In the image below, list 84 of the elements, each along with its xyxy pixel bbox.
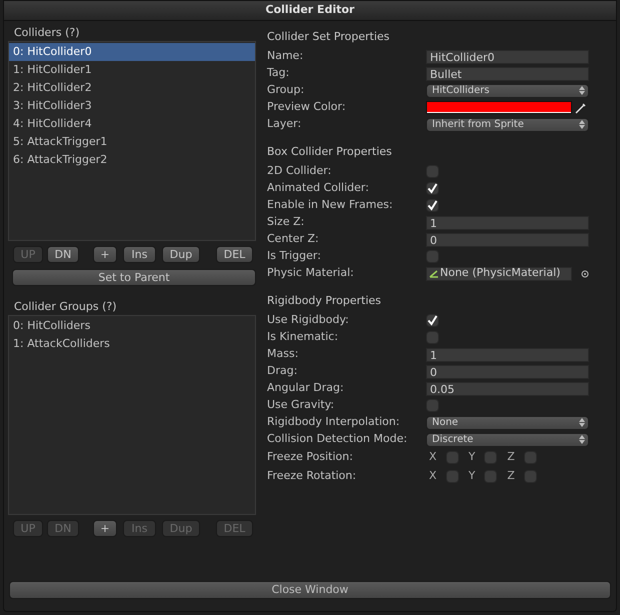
list-button[interactable]: Ins — [123, 246, 156, 263]
input-field[interactable]: 1 — [426, 348, 589, 362]
up-down-arrows-icon — [579, 418, 585, 427]
field-label: Use Rigidbody: — [267, 312, 350, 328]
eyedropper-icon[interactable] — [575, 102, 587, 114]
list-item[interactable]: 2: HitCollider2 — [9, 79, 255, 97]
list-button[interactable]: DEL — [216, 246, 253, 263]
field-label: Angular Drag: — [267, 380, 345, 396]
list-button[interactable]: Dup — [162, 246, 200, 263]
list-button[interactable]: + — [93, 246, 117, 263]
field-label: Drag: — [267, 363, 298, 380]
field-label: Preview Color: — [267, 99, 347, 116]
dropdown[interactable]: HitColliders — [426, 84, 589, 98]
checkbox[interactable] — [446, 470, 459, 483]
checkbox[interactable] — [426, 199, 439, 212]
axis-label: Y — [468, 449, 476, 466]
checkbox[interactable] — [446, 451, 459, 464]
input-field[interactable]: 0 — [426, 232, 589, 246]
field-label: Tag: — [267, 65, 290, 82]
object-field[interactable]: None (PhysicMaterial) — [426, 266, 572, 280]
field-label: Is Trigger: — [267, 248, 322, 264]
list-item[interactable]: 6: AttackTrigger2 — [9, 151, 255, 169]
list-item[interactable]: 5: AttackTrigger1 — [9, 133, 255, 151]
input-field[interactable]: 0.05 — [426, 382, 589, 396]
field-label: Center Z: — [267, 231, 320, 248]
checkbox[interactable] — [426, 250, 439, 263]
list-item[interactable]: 3: HitCollider3 — [9, 97, 255, 115]
field-label: Name: — [267, 48, 304, 64]
field-label: Rigidbody Interpolation: — [267, 414, 401, 430]
field-label: Animated Collider: — [267, 180, 370, 196]
field-label: Layer: — [267, 116, 302, 132]
input-field[interactable]: 1 — [426, 216, 589, 230]
field-label: Freeze Rotation: — [267, 468, 358, 484]
list-button[interactable]: + — [93, 520, 117, 536]
up-down-arrows-icon — [579, 435, 585, 444]
checkbox[interactable] — [426, 399, 439, 412]
field-label: Enable in New Frames: — [267, 197, 394, 214]
list-item[interactable]: 0: HitCollider0 — [9, 43, 255, 61]
checkbox[interactable] — [426, 314, 439, 327]
list-item[interactable]: 0: HitColliders — [9, 316, 255, 334]
checkbox[interactable] — [524, 470, 537, 483]
close-window-button[interactable]: Close Window — [9, 581, 611, 599]
window-title: Collider Editor — [266, 2, 354, 18]
field-label: Group: — [267, 82, 306, 98]
dropdown[interactable]: Discrete — [426, 432, 589, 446]
list-heading: Colliders (?) — [13, 25, 81, 41]
list-heading: Collider Groups (?) — [13, 298, 118, 314]
field-label: 2D Collider: — [267, 163, 332, 180]
up-down-arrows-icon — [579, 120, 585, 129]
axis-label: X — [429, 449, 437, 466]
axis-label: Z — [507, 449, 515, 466]
input-field[interactable]: Bullet — [426, 66, 589, 80]
object-picker-icon[interactable] — [581, 270, 589, 278]
dropdown[interactable]: None — [426, 416, 589, 430]
axis-label: Y — [468, 468, 476, 484]
field-label: Mass: — [267, 346, 300, 362]
field-label: Freeze Position: — [267, 449, 354, 466]
section-heading: Collider Set Properties — [267, 29, 390, 45]
set-to-parent-button[interactable]: Set to Parent — [12, 269, 256, 286]
checkbox[interactable] — [524, 451, 537, 464]
axis-label: X — [429, 468, 437, 484]
input-field[interactable]: HitCollider0 — [426, 50, 589, 64]
list-item[interactable]: 1: HitCollider1 — [9, 61, 255, 79]
checkbox[interactable] — [426, 182, 439, 195]
color-swatch[interactable] — [426, 101, 572, 114]
field-label: Physic Material: — [267, 265, 355, 282]
checkbox[interactable] — [484, 470, 498, 483]
axis-label: Z — [507, 468, 515, 484]
dropdown[interactable]: Inherit from Sprite — [426, 118, 589, 132]
list-button[interactable]: DN — [47, 246, 79, 263]
material-icon — [429, 269, 439, 278]
input-field[interactable]: 0 — [426, 364, 589, 378]
field-label: Size Z: — [267, 214, 306, 230]
section-heading: Rigidbody Properties — [267, 293, 382, 309]
up-down-arrows-icon — [579, 86, 585, 95]
list-item[interactable]: 4: HitCollider4 — [9, 115, 255, 133]
checkbox[interactable] — [484, 451, 498, 464]
field-label: Use Gravity: — [267, 397, 336, 414]
section-heading: Box Collider Properties — [267, 144, 393, 160]
field-label: Collision Detection Mode: — [267, 431, 408, 448]
list-item[interactable]: 1: AttackColliders — [9, 334, 255, 352]
checkbox[interactable] — [426, 331, 439, 344]
checkbox[interactable] — [426, 165, 439, 178]
field-label: Is Kinematic: — [267, 329, 340, 346]
